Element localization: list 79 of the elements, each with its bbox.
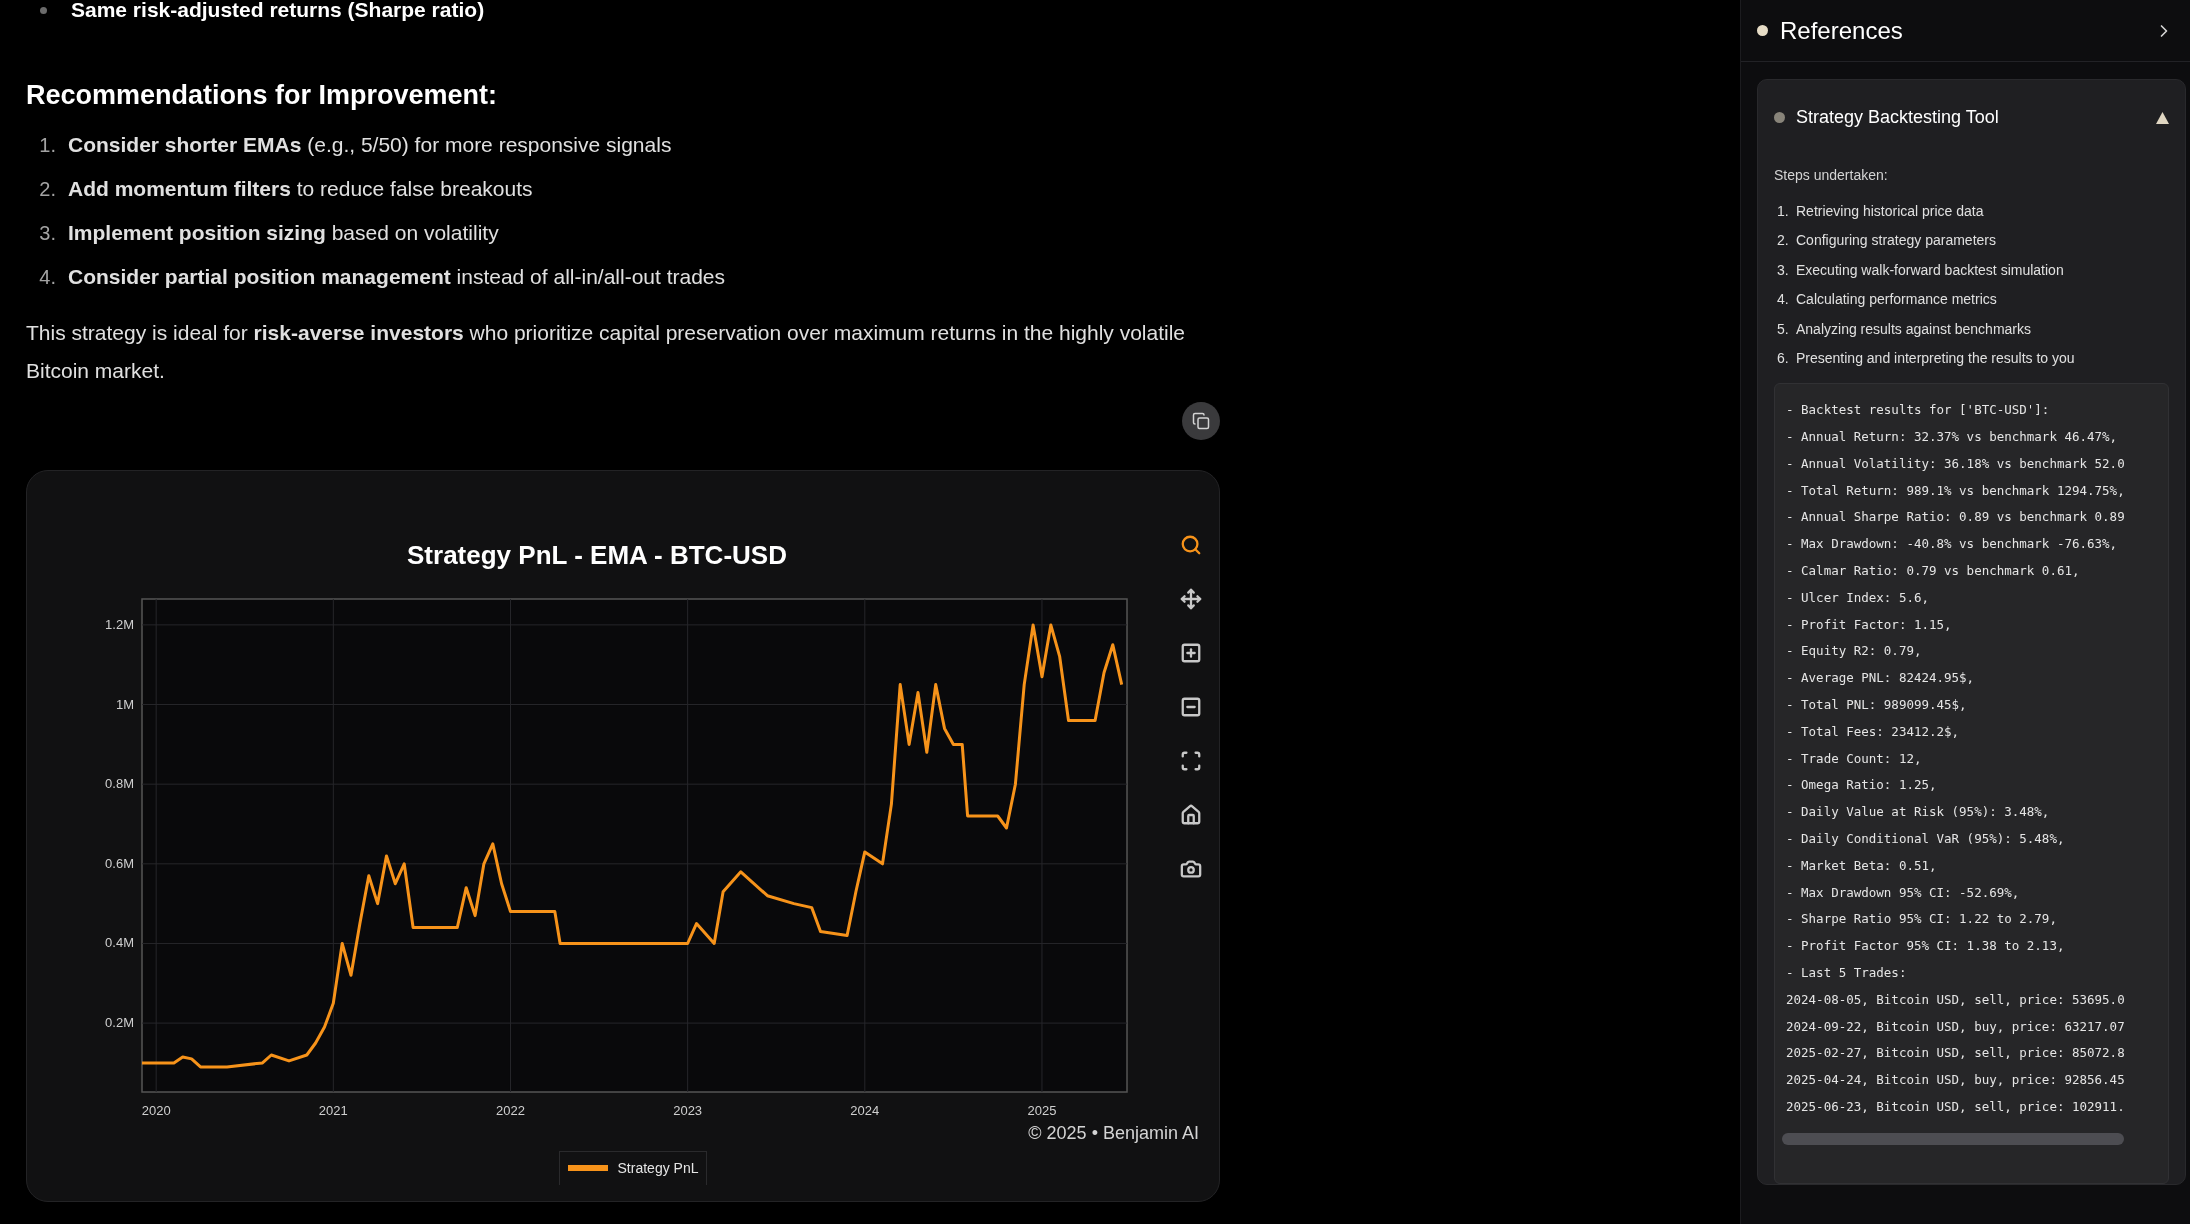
step-text: Configuring strategy parameters xyxy=(1796,231,1996,251)
output-line: - Total PNL: 989099.45$, xyxy=(1786,696,1967,715)
output-line: - Calmar Ratio: 0.79 vs benchmark 0.61, xyxy=(1786,562,2080,581)
output-line: - Trade Count: 12, xyxy=(1786,749,1922,768)
tool-title: Strategy Backtesting Tool xyxy=(1796,106,1999,130)
output-line: - Max Drawdown 95% CI: -52.69%, xyxy=(1786,883,2020,902)
output-line: - Daily Conditional VaR (95%): 5.48%, xyxy=(1786,830,2065,849)
x-tick-label: 2021 xyxy=(318,1102,348,1118)
x-tick-label: 2022 xyxy=(496,1102,525,1118)
magnifier-icon xyxy=(1180,533,1202,556)
list-number: 4. xyxy=(38,264,57,290)
move-icon xyxy=(1180,587,1202,610)
minus-square-icon xyxy=(1180,695,1202,718)
y-tick-label: 1.2M xyxy=(105,616,134,632)
step-text: Presenting and interpreting the results to you xyxy=(1796,349,2075,369)
list-number: 2. xyxy=(38,176,57,202)
step-number: 6. xyxy=(1777,349,1790,369)
step-text: Retrieving historical price data xyxy=(1796,201,1984,221)
x-tick-label: 2024 xyxy=(850,1102,880,1118)
x-tick-label: 2025 xyxy=(1027,1102,1057,1118)
output-line: - Annual Sharpe Ratio: 0.89 vs benchmark 0.89 xyxy=(1786,508,2125,527)
list-item-text: Consider partial position management instead of all-in/all-out trades xyxy=(68,263,726,290)
bullet-text: Same risk-adjusted returns (Sharpe ratio) xyxy=(71,0,485,24)
list-item-text: Consider shorter EMAs (e.g., 5/50) for more responsive signals xyxy=(68,131,672,158)
output-line: - Profit Factor 95% CI: 1.38 to 2.13, xyxy=(1786,937,2065,956)
home-icon xyxy=(1180,803,1202,826)
output-line: - Daily Value at Risk (95%): 3.48%, xyxy=(1786,803,2050,822)
section-heading: Recommendations for Improvement: xyxy=(26,79,499,112)
output-line: - Annual Return: 32.37% vs benchmark 46.47%, xyxy=(1786,428,2118,447)
y-tick-label: 1M xyxy=(115,696,134,712)
list-number: 3. xyxy=(38,220,57,246)
output-line: - Sharpe Ratio 95% CI: 1.22 to 2.79, xyxy=(1786,910,2057,929)
output-line: 2024-09-22, Bitcoin USD, buy, price: 63217.07 xyxy=(1786,1017,2125,1036)
output-line: - Equity R2: 0.79, xyxy=(1786,642,1922,661)
output-line: - Average PNL: 82424.95$, xyxy=(1786,669,1975,688)
x-tick-label: 2023 xyxy=(673,1102,703,1118)
step-number: 4. xyxy=(1777,290,1790,310)
output-line: - Total Return: 989.1% vs benchmark 1294.75%, xyxy=(1786,481,2125,500)
list-number: 1. xyxy=(38,132,57,158)
output-line: 2025-04-24, Bitcoin USD, buy, price: 92856.45 xyxy=(1786,1071,2125,1090)
output-line: - Annual Volatility: 36.18% vs benchmark 52.0 xyxy=(1786,454,2125,473)
output-line: - Market Beta: 0.51, xyxy=(1786,856,1937,875)
output-line: - Ulcer Index: 5.6, xyxy=(1786,588,1929,607)
output-line: - Max Drawdown: -40.8% vs benchmark -76.63%, xyxy=(1786,535,2118,554)
step-text: Calculating performance metrics xyxy=(1796,290,1997,310)
summary-paragraph: This strategy is ideal for risk-averse investors who prioritize capital preservation over maximum returns in the highly volatile Bitcoin market. xyxy=(26,319,1187,384)
output-line: - Backtest results for ['BTC-USD']: xyxy=(1786,401,2050,420)
list-item-text: Add momentum filters to reduce false breakouts xyxy=(68,175,533,202)
expand-icon xyxy=(1180,749,1202,772)
panel-title: References xyxy=(1780,15,1903,46)
collapse-triangle-icon[interactable] xyxy=(2156,111,2169,124)
output-line: 2024-08-05, Bitcoin USD, sell, price: 53695.0 xyxy=(1786,990,2125,1009)
step-number: 1. xyxy=(1777,201,1790,221)
plus-square-icon xyxy=(1180,641,1202,664)
step-number: 3. xyxy=(1777,260,1790,280)
output-line: - Profit Factor: 1.15, xyxy=(1786,615,1952,634)
legend-swatch xyxy=(567,1165,608,1171)
legend-label: Strategy PnL xyxy=(617,1158,699,1178)
y-tick-label: 0.6M xyxy=(105,855,134,871)
y-tick-label: 0.2M xyxy=(105,1014,134,1030)
steps-label: Steps undertaken: xyxy=(1774,166,1889,186)
copy-button[interactable] xyxy=(1182,401,1220,440)
step-number: 2. xyxy=(1777,231,1790,251)
chart-title: Strategy PnL - EMA - BTC-USD xyxy=(406,538,788,568)
copy-icon xyxy=(1192,411,1210,430)
output-line: - Omega Ratio: 1.25, xyxy=(1786,776,1937,795)
step-number: 5. xyxy=(1777,319,1790,339)
horizontal-scrollbar[interactable] xyxy=(1782,1132,2124,1145)
step-text: Analyzing results against benchmarks xyxy=(1796,319,2031,339)
output-line: - Total Fees: 23412.2$, xyxy=(1786,722,1960,741)
y-tick-label: 0.4M xyxy=(105,934,134,950)
output-line: 2025-02-27, Bitcoin USD, sell, price: 85072.8 xyxy=(1786,1044,2125,1063)
y-tick-label: 0.8M xyxy=(105,775,134,791)
watermark-text: © 2025 • Benjamin AI xyxy=(1028,1121,1199,1145)
step-text: Executing walk-forward backtest simulation xyxy=(1796,260,2064,280)
output-line: - Last 5 Trades: xyxy=(1786,964,1907,983)
output-line: 2025-06-23, Bitcoin USD, sell, price: 102911. xyxy=(1786,1098,2125,1116)
list-item-text: Implement position sizing based on volatility xyxy=(68,219,499,246)
x-tick-label: 2020 xyxy=(141,1102,171,1118)
